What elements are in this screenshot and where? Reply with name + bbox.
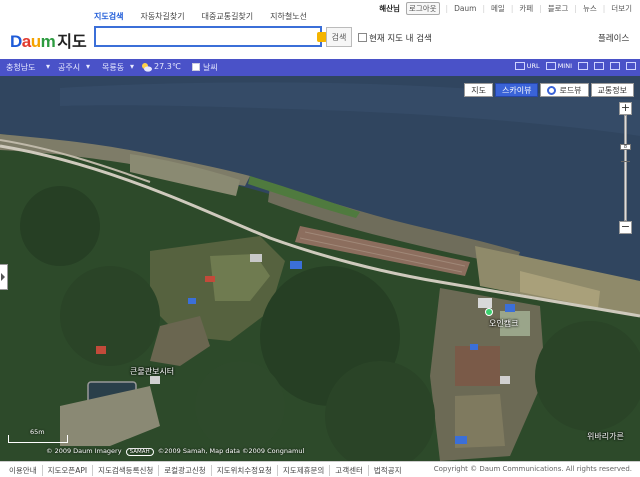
user-name[interactable]: 해산님 bbox=[379, 3, 400, 14]
footer-link-correction[interactable]: 지도위치수정요청 bbox=[210, 465, 277, 476]
map-service-name: 지도 bbox=[57, 32, 87, 51]
map-area-search-checkbox[interactable] bbox=[358, 33, 367, 42]
weather-checkbox[interactable] bbox=[192, 63, 200, 71]
roadview-icon bbox=[547, 85, 557, 95]
footer: 이용안내 지도오픈API 지도검색등록신청 로컬광고신청 지도위치수정요청 지도… bbox=[0, 461, 640, 477]
save-button[interactable] bbox=[610, 62, 620, 70]
footer-link-openapi[interactable]: 지도오픈API bbox=[41, 465, 92, 476]
logout-button[interactable]: 로그아웃 bbox=[405, 2, 440, 15]
mini-button[interactable]: MINI bbox=[545, 62, 572, 70]
scale-bar bbox=[8, 435, 68, 443]
map-type-map[interactable]: 지도 bbox=[464, 83, 493, 97]
satellite-map[interactable]: 지도 스카이뷰 로드뷰 교통정보 + 8 − 큰물관보시터 오인캠크 위바리가른… bbox=[0, 76, 640, 461]
zoom-tick bbox=[621, 161, 630, 162]
tab-subway-map[interactable]: 지하철노선 bbox=[270, 11, 307, 22]
email-button[interactable] bbox=[578, 62, 588, 70]
map-type-traffic[interactable]: 교통정보 bbox=[590, 83, 634, 97]
map-toolbar: URL MINI bbox=[514, 62, 636, 70]
link-mail[interactable]: 메일 bbox=[491, 3, 505, 14]
tab-transit-directions[interactable]: 대중교통길찾기 bbox=[202, 11, 254, 22]
poi-label-center[interactable]: 큰물관보시터 bbox=[130, 366, 174, 377]
location-bar: 충청남도 ▾ 공주시 ▾ 목룡동 ▾ 27.3℃ 날씨 URL MINI bbox=[0, 59, 640, 76]
provider-logo: SAMAH bbox=[125, 448, 154, 456]
header: Daum 지도 지도검색 자동차길찾기 대중교통길찾기 지하철노선 검색 현재 지… bbox=[0, 0, 640, 58]
temperature: 27.3℃ bbox=[154, 62, 181, 71]
link-icon bbox=[514, 62, 525, 70]
zoom-in-button[interactable]: + bbox=[619, 102, 632, 115]
link-daum[interactable]: Daum bbox=[454, 4, 476, 13]
location-city[interactable]: 공주시 bbox=[58, 62, 80, 73]
poi-label-east[interactable]: 오인캠크 bbox=[489, 318, 518, 329]
save-icon bbox=[610, 62, 620, 70]
places-link[interactable]: 플레이스 bbox=[598, 32, 629, 44]
weather-cloudy-icon bbox=[142, 63, 152, 72]
footer-link-partnership[interactable]: 지도제휴문의 bbox=[276, 465, 329, 476]
side-panel-toggle[interactable] bbox=[0, 264, 8, 290]
link-blog[interactable]: 블로그 bbox=[548, 3, 569, 14]
satellite-imagery[interactable] bbox=[0, 76, 640, 461]
tab-car-directions[interactable]: 자동차길찾기 bbox=[140, 11, 184, 22]
url-button[interactable]: URL bbox=[514, 62, 540, 70]
footer-links: 이용안내 지도오픈API 지도검색등록신청 로컬광고신청 지도위치수정요청 지도… bbox=[9, 465, 407, 476]
print-button[interactable] bbox=[594, 62, 604, 70]
map-copyright: © 2009 Daum Imagery SAMAH ©2009 Samah, M… bbox=[46, 447, 305, 456]
location-district[interactable]: 목룡동 bbox=[102, 62, 124, 73]
link-cafe[interactable]: 카페 bbox=[519, 3, 533, 14]
print-icon bbox=[594, 62, 604, 70]
zoom-slider-track[interactable]: 8 bbox=[620, 115, 631, 221]
footer-link-legal[interactable]: 법적공지 bbox=[367, 465, 407, 476]
weather-label: 날씨 bbox=[203, 63, 218, 72]
service-tabs: 지도검색 자동차길찾기 대중교통길찾기 지하철노선 bbox=[94, 11, 307, 22]
fullscreen-icon bbox=[626, 62, 636, 70]
footer-link-guide[interactable]: 이용안내 bbox=[9, 465, 42, 476]
link-more[interactable]: 더보기 bbox=[611, 3, 632, 14]
poi-label-southeast[interactable]: 위바리가른 bbox=[587, 431, 624, 442]
footer-link-support[interactable]: 고객센터 bbox=[329, 465, 368, 476]
search-button[interactable]: 검색 bbox=[326, 27, 352, 47]
zoom-control: + 8 − bbox=[619, 102, 632, 234]
link-news[interactable]: 뉴스 bbox=[583, 3, 597, 14]
map-area-search-label: 현재 지도 내 검색 bbox=[369, 34, 432, 44]
mail-icon bbox=[578, 62, 588, 70]
map-type-roadview[interactable]: 로드뷰 bbox=[540, 83, 589, 97]
minimap-icon bbox=[545, 62, 556, 70]
poi-marker-icon[interactable] bbox=[485, 308, 493, 316]
footer-copyright: Copyright © Daum Communications. All rig… bbox=[433, 465, 632, 473]
tab-map-search[interactable]: 지도검색 bbox=[94, 11, 123, 22]
map-type-skyview[interactable]: 스카이뷰 bbox=[495, 83, 539, 97]
map-type-tabs: 지도 스카이뷰 로드뷰 교통정보 bbox=[464, 83, 634, 97]
zoom-out-button[interactable]: − bbox=[619, 221, 632, 234]
chevron-right-icon bbox=[1, 273, 5, 281]
fullscreen-button[interactable] bbox=[626, 62, 636, 70]
daum-logo-text: Daum bbox=[10, 32, 56, 51]
location-province[interactable]: 충청남도 bbox=[6, 62, 35, 73]
zoom-slider-handle[interactable]: 8 bbox=[620, 144, 631, 150]
search-input[interactable] bbox=[96, 28, 306, 45]
footer-link-ads[interactable]: 로컬광고신청 bbox=[158, 465, 210, 476]
footer-link-register[interactable]: 지도검색등록신청 bbox=[92, 465, 158, 476]
top-links: 해산님 로그아웃 | Daum | 메일 | 카페 | 블로그 | 뉴스 | 더… bbox=[379, 2, 632, 15]
daum-map-logo[interactable]: Daum 지도 bbox=[10, 28, 90, 51]
search-box bbox=[94, 26, 327, 47]
